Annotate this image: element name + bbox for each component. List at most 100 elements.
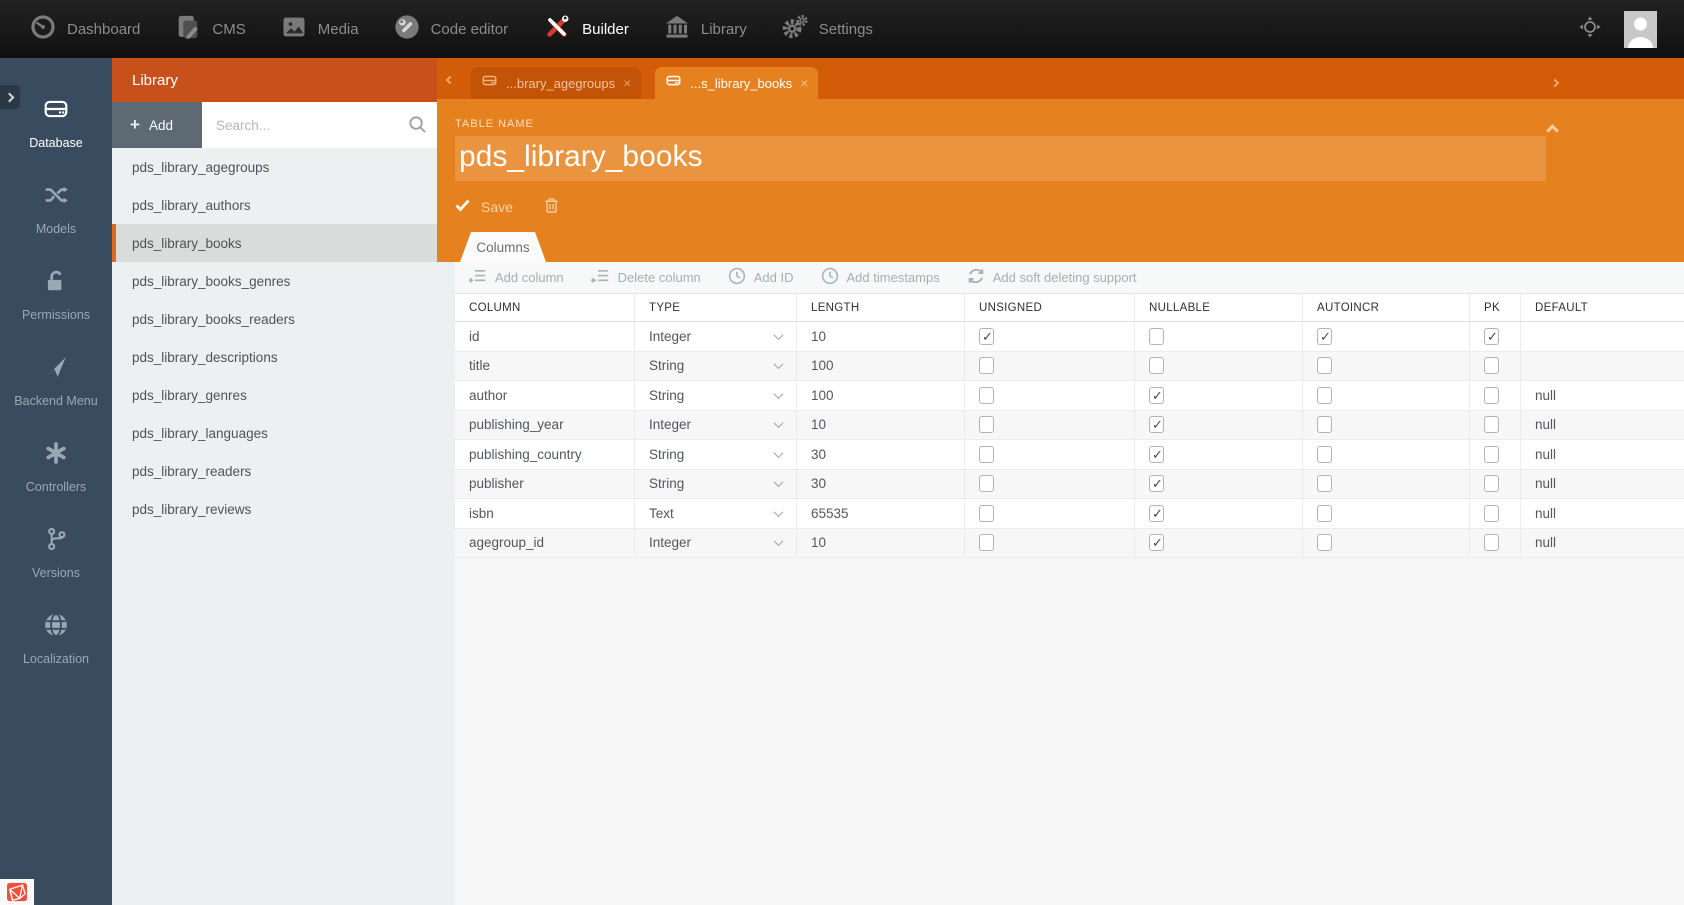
close-icon[interactable]: × <box>623 76 631 90</box>
unsigned-checkbox[interactable] <box>979 386 994 404</box>
type-select[interactable]: Integer <box>635 410 797 439</box>
nav-item-media[interactable]: Media <box>263 0 376 58</box>
sidebar-item-localization[interactable]: Localization <box>0 596 112 682</box>
delete-table-button[interactable] <box>543 196 560 217</box>
list-item[interactable]: pds_library_genres <box>112 376 437 414</box>
cell-length[interactable]: 30 <box>797 440 965 469</box>
type-select[interactable]: String <box>635 381 797 410</box>
autoincr-checkbox[interactable] <box>1317 357 1332 375</box>
nullable-checkbox[interactable] <box>1149 386 1164 404</box>
add-id-button[interactable]: Add ID <box>728 267 794 288</box>
type-select[interactable]: String <box>635 351 797 380</box>
delete-column-button[interactable]: Delete column <box>590 267 701 288</box>
sidebar-item-controllers[interactable]: Controllers <box>0 424 112 510</box>
pk-checkbox[interactable] <box>1484 534 1499 552</box>
nullable-checkbox[interactable] <box>1149 534 1164 552</box>
nav-item-library[interactable]: Library <box>646 0 764 58</box>
pk-checkbox[interactable] <box>1484 386 1499 404</box>
cell-default[interactable]: null <box>1521 411 1684 440</box>
cell-length[interactable]: 10 <box>797 410 965 439</box>
type-select[interactable]: String <box>635 440 797 469</box>
sidebar-expander-button[interactable] <box>0 85 20 109</box>
pk-checkbox[interactable] <box>1484 445 1499 463</box>
tab-columns[interactable]: Columns <box>460 232 546 262</box>
cell-length[interactable]: 30 <box>797 469 965 498</box>
pk-checkbox[interactable] <box>1484 357 1499 375</box>
cell-default[interactable] <box>1521 322 1684 351</box>
cell-default[interactable]: null <box>1521 529 1684 558</box>
nav-item-dashboard[interactable]: Dashboard <box>12 0 157 58</box>
pk-checkbox[interactable] <box>1484 327 1499 345</box>
save-button[interactable]: Save <box>455 199 513 215</box>
nav-item-cms[interactable]: CMS <box>157 0 262 58</box>
add-soft-delete-button[interactable]: Add soft deleting support <box>967 267 1137 288</box>
nullable-checkbox[interactable] <box>1149 416 1164 434</box>
cell-column-name[interactable]: publishing_country <box>455 440 635 469</box>
unsigned-checkbox[interactable] <box>979 416 994 434</box>
cell-column-name[interactable]: id <box>455 322 635 351</box>
list-item[interactable]: pds_library_books_genres <box>112 262 437 300</box>
list-item[interactable]: pds_library_books_readers <box>112 300 437 338</box>
unsigned-checkbox[interactable] <box>979 357 994 375</box>
add-timestamps-button[interactable]: Add timestamps <box>821 267 940 288</box>
cell-default[interactable]: null <box>1521 470 1684 499</box>
pk-checkbox[interactable] <box>1484 504 1499 522</box>
cell-default[interactable]: null <box>1521 499 1684 528</box>
add-column-button[interactable]: Add column <box>468 267 564 288</box>
nullable-checkbox[interactable] <box>1149 504 1164 522</box>
cell-length[interactable]: 10 <box>797 528 965 557</box>
type-select[interactable]: String <box>635 469 797 498</box>
list-item[interactable]: pds_library_agegroups <box>112 148 437 186</box>
unsigned-checkbox[interactable] <box>979 445 994 463</box>
cell-column-name[interactable]: author <box>455 381 635 410</box>
crosshair-icon[interactable] <box>1578 15 1602 44</box>
tabs-scroll-left-button[interactable] <box>443 67 457 90</box>
autoincr-checkbox[interactable] <box>1317 504 1332 522</box>
sidebar-item-versions[interactable]: Versions <box>0 510 112 596</box>
cell-column-name[interactable]: isbn <box>455 499 635 528</box>
nullable-checkbox[interactable] <box>1149 475 1164 493</box>
table-name-input[interactable] <box>455 136 1546 181</box>
type-select[interactable]: Integer <box>635 528 797 557</box>
collapse-panel-button[interactable] <box>1546 123 1559 138</box>
nav-item-builder[interactable]: Builder <box>525 0 646 58</box>
sidebar-item-models[interactable]: Models <box>0 166 112 252</box>
list-item[interactable]: pds_library_descriptions <box>112 338 437 376</box>
tab-books[interactable]: ...s_library_books × <box>655 67 819 99</box>
cell-default[interactable]: null <box>1521 381 1684 410</box>
cell-default[interactable] <box>1521 352 1684 381</box>
cell-column-name[interactable]: title <box>455 351 635 380</box>
unsigned-checkbox[interactable] <box>979 327 994 345</box>
cell-length[interactable]: 100 <box>797 381 965 410</box>
pk-checkbox[interactable] <box>1484 416 1499 434</box>
autoincr-checkbox[interactable] <box>1317 386 1332 404</box>
nullable-checkbox[interactable] <box>1149 357 1164 375</box>
cell-length[interactable]: 10 <box>797 322 965 351</box>
autoincr-checkbox[interactable] <box>1317 534 1332 552</box>
sidebar-item-backend-menu[interactable]: Backend Menu <box>0 338 112 424</box>
nav-item-settings[interactable]: Settings <box>764 0 890 58</box>
nullable-checkbox[interactable] <box>1149 445 1164 463</box>
cell-column-name[interactable]: publisher <box>455 469 635 498</box>
cell-column-name[interactable]: agegroup_id <box>455 528 635 557</box>
nav-item-code-editor[interactable]: Code editor <box>376 0 526 58</box>
cell-default[interactable]: null <box>1521 440 1684 469</box>
close-icon[interactable]: × <box>800 76 808 90</box>
autoincr-checkbox[interactable] <box>1317 416 1332 434</box>
search-input[interactable] <box>202 102 437 148</box>
unsigned-checkbox[interactable] <box>979 475 994 493</box>
list-item-selected[interactable]: pds_library_books <box>112 224 437 262</box>
cell-length[interactable]: 65535 <box>797 499 965 528</box>
cell-length[interactable]: 100 <box>797 351 965 380</box>
avatar[interactable] <box>1624 10 1657 48</box>
type-select[interactable]: Text <box>635 499 797 528</box>
list-item[interactable]: pds_library_reviews <box>112 490 437 528</box>
tabs-scroll-right-button[interactable] <box>1548 70 1564 93</box>
unsigned-checkbox[interactable] <box>979 534 994 552</box>
autoincr-checkbox[interactable] <box>1317 475 1332 493</box>
autoincr-checkbox[interactable] <box>1317 445 1332 463</box>
autoincr-checkbox[interactable] <box>1317 327 1332 345</box>
pk-checkbox[interactable] <box>1484 475 1499 493</box>
type-select[interactable]: Integer <box>635 322 797 351</box>
add-table-button[interactable]: + Add <box>112 102 202 148</box>
